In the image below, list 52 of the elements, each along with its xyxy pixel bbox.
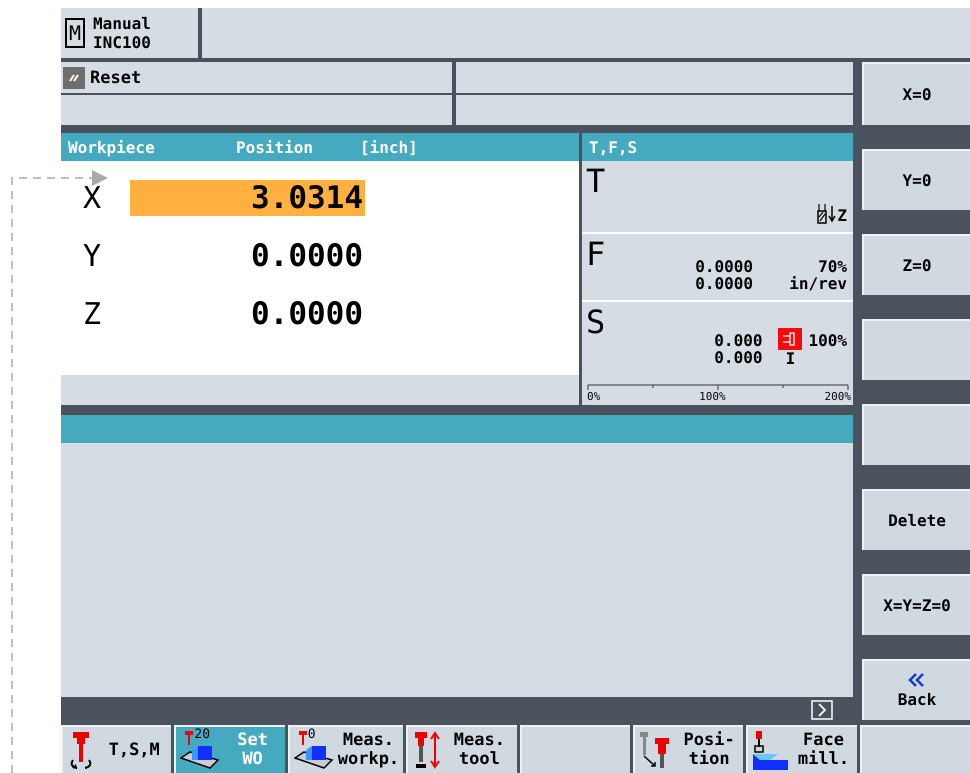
blank-softkey[interactable] [862,319,970,380]
softkey[interactable]: Posi- tion [632,725,744,773]
tool-direction-icon [817,202,838,224]
mode-label: INC100 [93,33,151,52]
tool-letter: T [586,165,606,202]
tool-axis: Z [837,207,847,224]
face-mill-icon [752,730,790,770]
softkey[interactable]: Face mill. [746,725,857,773]
feed-unit: in/rev [789,275,847,292]
softkey[interactable]: T,S,M [61,725,172,773]
softkey[interactable]: 20 Set WO [174,725,285,773]
spindle-stop-icon [778,328,802,350]
feed-value: 0.0000 [695,275,753,292]
spindle-letter: S [586,306,606,343]
axis-label: X [82,180,102,216]
axis-label: Z [82,296,102,332]
spindle-gear: I [786,350,796,367]
softkey[interactable]: Y=0 [862,149,970,210]
softkey[interactable]: Delete [862,489,970,550]
position-value[interactable]: 0.0000 [130,296,365,332]
reset-icon [63,66,85,88]
back-button[interactable]: Back [862,659,970,720]
spindle-value: 0.000 [714,332,762,349]
scale-label: 200% [824,390,851,403]
position-value[interactable]: 3.0314 [130,180,365,216]
spindle-value: 0.000 [714,349,762,366]
channel-status: Reset [90,68,142,88]
mode-symbol: M [65,18,86,48]
blank-softkey[interactable] [862,404,970,465]
softkey[interactable]: X=Y=Z=0 [862,574,970,635]
feed-letter: F [586,238,606,275]
panel-title: T,F,S [588,138,638,156]
chevron-right-icon[interactable] [811,700,833,720]
softkey[interactable] [520,725,630,773]
column-header: [inch] [360,138,418,156]
softkey[interactable]: Meas. tool [406,725,517,773]
softkey[interactable]: Z=0 [862,234,970,295]
softkey[interactable] [860,725,970,773]
feed-override: 70% [818,258,847,275]
softkey[interactable]: 0 Meas. workp. [288,725,404,773]
mode-label: Manual [93,14,151,33]
axis-label: Y [82,238,102,274]
column-header: Position [236,138,314,156]
position-value[interactable]: 0.0000 [130,238,365,274]
double-chevron-icon [907,672,927,688]
column-header: Workpiece [67,138,156,156]
scale-label: 100% [699,390,726,403]
scale-label: 0% [587,390,600,403]
feed-value: 0.0000 [695,258,753,275]
spindle-override: 100% [808,332,847,349]
tool-measure-icon [412,730,442,770]
softkey[interactable]: X=0 [862,62,970,125]
